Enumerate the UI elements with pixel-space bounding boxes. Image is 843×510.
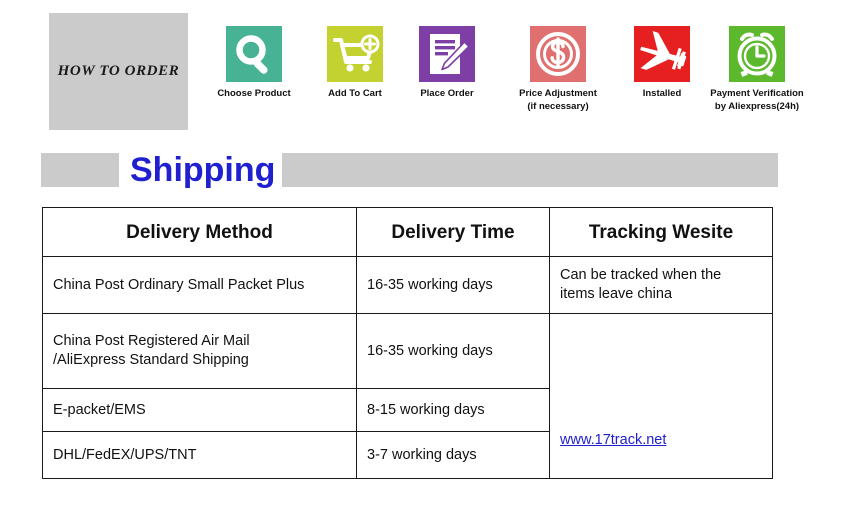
cell-delivery-method: DHL/FedEX/UPS/TNT	[42, 431, 357, 479]
step-label-payment-verification-note: by Aliexpress(24h)	[714, 101, 800, 112]
step-label-choose-product: Choose Product	[217, 88, 291, 99]
step-label-payment-verification: Payment Verification	[710, 88, 804, 99]
cell-delivery-method: China Post Registered Air Mail /AliExpre…	[42, 313, 357, 389]
table-row: China Post Registered Air Mail /AliExpre…	[42, 313, 773, 479]
shopping-cart-icon	[327, 26, 383, 82]
tracking-note-line-2: items leave china	[560, 286, 673, 302]
cell-delivery-method: China Post Ordinary Small Packet Plus	[42, 256, 357, 314]
shipping-table: Delivery Method Delivery Time Tracking W…	[42, 207, 773, 479]
tracking-note-line-1: Can be tracked when the	[560, 267, 722, 283]
cell-delivery-time: 8-15 working days	[356, 388, 550, 432]
step-label-price-adjustment: Price Adjustment	[519, 88, 597, 99]
shipping-band-left-block	[41, 153, 119, 187]
how-to-order-title: HOW TO ORDER	[57, 63, 180, 79]
cell-tracking-note: Can be tracked when the items leave chin…	[549, 256, 773, 314]
step-payment-verification: Payment Verification by Aliexpress(24h)	[682, 26, 832, 113]
step-label-add-to-cart: Add To Cart	[328, 88, 382, 99]
cell-delivery-method: E-packet/EMS	[42, 388, 357, 432]
step-label-place-order: Place Order	[420, 88, 474, 99]
cell-delivery-method-line-2: /AliExpress Standard Shipping	[53, 352, 249, 368]
cell-delivery-method-line-1: China Post Registered Air Mail	[53, 333, 250, 349]
cell-delivery-time: 16-35 working days	[356, 313, 550, 389]
order-steps-row: Choose Product Add To Cart Place Order P…	[204, 26, 804, 130]
alarm-clock-icon	[729, 26, 785, 82]
cell-delivery-time: 16-35 working days	[356, 256, 550, 314]
step-place-order: Place Order	[402, 26, 492, 100]
table-row: China Post Ordinary Small Packet Plus 16…	[42, 256, 773, 314]
tracking-link-17track[interactable]: www.17track.net	[560, 432, 666, 448]
shipping-heading: Shipping	[130, 151, 276, 189]
cell-tracking-website: www.17track.net	[549, 313, 773, 479]
table-header-row: Delivery Method Delivery Time Tracking W…	[42, 207, 773, 257]
order-form-icon	[419, 26, 475, 82]
dollar-coin-icon	[530, 26, 586, 82]
column-header-delivery-method: Delivery Method	[42, 207, 357, 257]
step-price-adjustment: Price Adjustment (if necessary)	[492, 26, 624, 113]
shipping-band-right-block	[282, 153, 778, 187]
how-to-order-banner: HOW TO ORDER	[49, 13, 188, 130]
column-header-tracking-website: Tracking Wesite	[549, 207, 773, 257]
tracking-link-wrapper: www.17track.net	[560, 431, 762, 450]
cell-delivery-time: 3-7 working days	[356, 431, 550, 479]
column-header-delivery-time: Delivery Time	[356, 207, 550, 257]
shipping-title-band: Shipping	[41, 151, 778, 189]
step-label-price-adjustment-note: (if necessary)	[527, 101, 589, 112]
step-choose-product: Choose Product	[204, 26, 304, 100]
step-add-to-cart: Add To Cart	[310, 26, 400, 100]
search-icon	[226, 26, 282, 82]
